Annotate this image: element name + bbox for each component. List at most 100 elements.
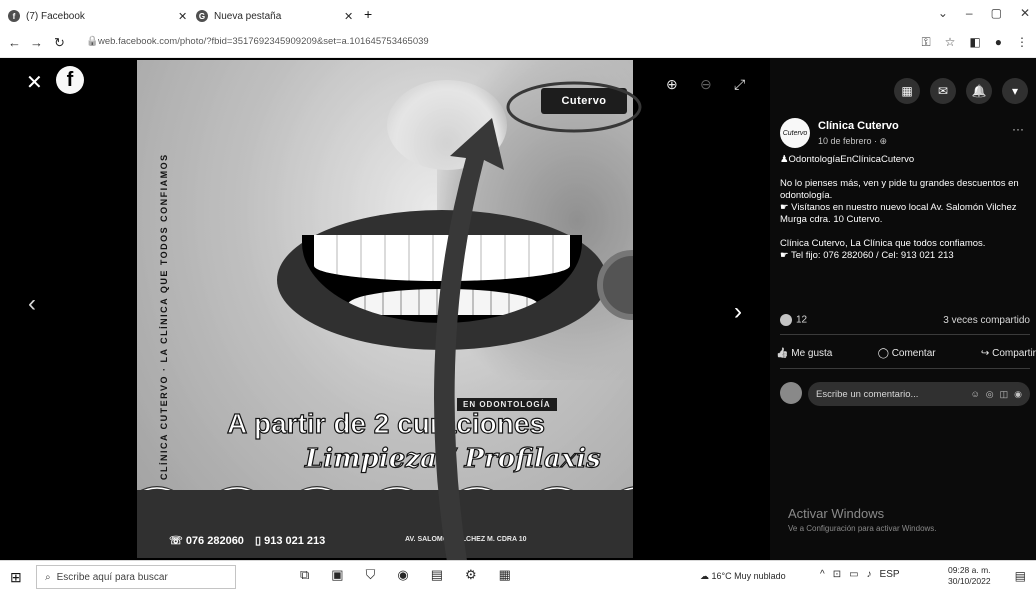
screen: f (7) Facebook ✕ G Nueva pestaña ✕ + ⌄ –… [0, 0, 1036, 592]
post-text: ♟OdontologíaEnClínicaCutervo No lo piens… [780, 154, 1030, 274]
previous-photo-icon[interactable]: ‹ [28, 290, 36, 318]
close-tab-icon[interactable]: ✕ [344, 10, 353, 23]
address-bar-actions: ⚿ ☆ ◧ ● ⋮ [922, 35, 1029, 50]
post-date[interactable]: 10 de febrero · ⊕ [818, 136, 887, 147]
minimize-icon[interactable]: – [966, 6, 973, 20]
profile-icon[interactable]: ● [995, 35, 1002, 50]
new-tab-icon[interactable]: + [364, 6, 372, 22]
zoom-out-icon[interactable]: ⊖ [700, 76, 712, 93]
menu-icon[interactable]: ⋮ [1016, 35, 1028, 50]
poster-phone: ☏ 076 282060 [169, 535, 244, 547]
like-reaction-icon [780, 314, 792, 326]
promo-subheadline: Limpieza / Profilaxis [304, 443, 601, 474]
search-icon: ⌕ [45, 571, 51, 583]
comment-tools: ☺ ◎ ◫ ◉ [971, 389, 1022, 400]
comment-button[interactable]: ◯ Comentar [878, 348, 936, 359]
activate-windows-subtitle: Ve a Configuración para activar Windows. [788, 524, 937, 533]
taskbar-apps: ⧉ ▣ ⛉ ◉ ▤ ⚙ ▦ [300, 567, 511, 583]
post-photo: CLÍNICA CUTERVO · LA CLÍNICA QUE TODOS C… [137, 60, 633, 558]
weather-widget[interactable]: ☁ 16°C Muy nublado [700, 571, 786, 582]
poster-address: AV. SALOMÓN VILCHEZ M. CDRA 10 [405, 536, 527, 543]
share-icon: ↪ [980, 348, 990, 359]
pointing-icon: ☛ [780, 202, 789, 213]
globe-icon: ⊕ [879, 136, 888, 146]
star-icon[interactable]: ☆ [945, 35, 956, 50]
chevron-down-icon[interactable]: ⌄ [938, 6, 948, 20]
taskbar-search-input[interactable]: ⌕ Escribe aquí para buscar [36, 565, 236, 589]
tab-new[interactable]: G Nueva pestaña ✕ [196, 6, 366, 26]
close-icon[interactable]: ✕ [26, 70, 43, 95]
poster-tagline: CLÍNICA CUTERVO · LA CLÍNICA QUE TODOS C… [159, 153, 169, 480]
battery-icon[interactable]: ▭ [849, 569, 858, 580]
sticker-icon[interactable]: ☺ [971, 389, 980, 400]
top-actions: ▦ ✉ 🔔 ▾ [894, 78, 1028, 104]
emoji-icon[interactable]: ◉ [1014, 389, 1022, 400]
like-button[interactable]: 👍 Me gusta [776, 348, 832, 359]
back-icon[interactable]: ← [8, 35, 21, 50]
lock-icon[interactable]: 🔒 [86, 36, 98, 47]
tab-label: Nueva pestaña [214, 10, 282, 22]
gif-icon[interactable]: ◫ [1000, 389, 1009, 400]
address-bar: ← → ↻ 🔒 web.facebook.com/photo/?fbid=351… [0, 30, 1036, 58]
comment-icon: ◯ [877, 348, 889, 359]
task-view-icon[interactable]: ⧉ [300, 567, 309, 583]
system-tray: ^ ⊡ ▭ ♪ ESP [820, 569, 900, 580]
tooth-icon: ♟ [780, 154, 789, 165]
url-input[interactable]: web.facebook.com/photo/?fbid=35176923459… [98, 36, 798, 47]
language-indicator[interactable]: ESP [880, 569, 900, 580]
activate-windows-title: Activar Windows [788, 506, 885, 521]
close-icon[interactable]: ✕ [1020, 6, 1030, 20]
post-actions: 👍 Me gusta ◯ Comentar ↪ Compartir [776, 348, 1036, 359]
chrome-icon: G [196, 10, 208, 22]
zoom-in-icon[interactable]: ⊕ [666, 76, 678, 93]
tab-label: (7) Facebook [26, 10, 85, 22]
notifications-icon[interactable]: 🔔 [966, 78, 992, 104]
tab-facebook[interactable]: f (7) Facebook ✕ [8, 6, 188, 26]
network-icon[interactable]: ⊡ [833, 569, 841, 580]
promo-headline: A partir de 2 curaciones [226, 407, 545, 439]
chevron-up-icon[interactable]: ^ [820, 569, 825, 580]
hashtag[interactable]: ♟OdontologíaEnClínicaCutervo [780, 154, 1030, 166]
window-icon[interactable]: ◧ [969, 35, 980, 50]
cloud-icon: ☁ [700, 571, 709, 581]
store-icon[interactable]: ▣ [331, 567, 343, 583]
post-paragraph: No lo pienses más, ven y pide tu grandes… [780, 178, 1019, 225]
file-explorer-icon[interactable]: ▦ [499, 567, 511, 583]
more-options-icon[interactable]: ··· [1012, 122, 1024, 136]
avatar[interactable] [780, 382, 802, 404]
thumbs-up-icon: 👍 [776, 348, 789, 359]
office-icon[interactable]: ▤ [431, 567, 443, 583]
reaction-count[interactable]: 12 [780, 314, 807, 326]
next-photo-icon[interactable]: › [734, 298, 742, 326]
maximize-icon[interactable]: ▢ [991, 6, 1002, 20]
taskbar: ⊞ ⌕ Escribe aquí para buscar ⧉ ▣ ⛉ ◉ ▤ ⚙… [0, 560, 1036, 592]
camera-icon[interactable]: ◎ [986, 389, 994, 400]
clock[interactable]: 09:28 a. m. 30/10/2022 [948, 565, 991, 587]
page-name[interactable]: Clínica Cutervo [818, 120, 899, 132]
account-menu-icon[interactable]: ▾ [1002, 78, 1028, 104]
post-panel: ▦ ✉ 🔔 ▾ Cutervo Clínica Cutervo 10 de fe… [770, 58, 1036, 560]
shield-icon[interactable]: ⛉ [366, 567, 376, 583]
notifications-icon[interactable]: ▤ [1015, 569, 1026, 583]
share-count[interactable]: 3 veces compartido [943, 315, 1030, 326]
settings-icon[interactable]: ⚙ [465, 567, 477, 583]
reload-icon[interactable]: ↻ [54, 35, 65, 51]
poster-logo: Cutervo [541, 88, 627, 114]
expand-icon[interactable]: ⤢ [734, 76, 745, 93]
reactions-row: 12 3 veces compartido [780, 314, 1030, 326]
apps-menu-icon[interactable]: ▦ [894, 78, 920, 104]
comment-input[interactable]: Escribe un comentario... ☺ ◎ ◫ ◉ [808, 382, 1030, 406]
avatar[interactable]: Cutervo [780, 118, 810, 148]
forward-icon[interactable]: → [30, 35, 43, 50]
window-controls: ⌄ – ▢ ✕ [938, 6, 1030, 20]
volume-icon[interactable]: ♪ [867, 569, 872, 580]
facebook-icon: f [8, 10, 20, 22]
share-button[interactable]: ↪ Compartir [981, 348, 1036, 359]
windows-start-icon[interactable]: ⊞ [10, 569, 22, 586]
facebook-icon[interactable]: f [56, 66, 84, 94]
close-tab-icon[interactable]: ✕ [178, 10, 187, 23]
messenger-icon[interactable]: ✉ [930, 78, 956, 104]
chrome-icon[interactable]: ◉ [397, 567, 408, 583]
key-icon[interactable]: ⚿ [922, 35, 931, 50]
photo-viewer: ✕ f ⊕ ⊖ ⤢ ‹ › CLÍNICA CUTERVO · LA CLÍNI… [0, 58, 770, 560]
